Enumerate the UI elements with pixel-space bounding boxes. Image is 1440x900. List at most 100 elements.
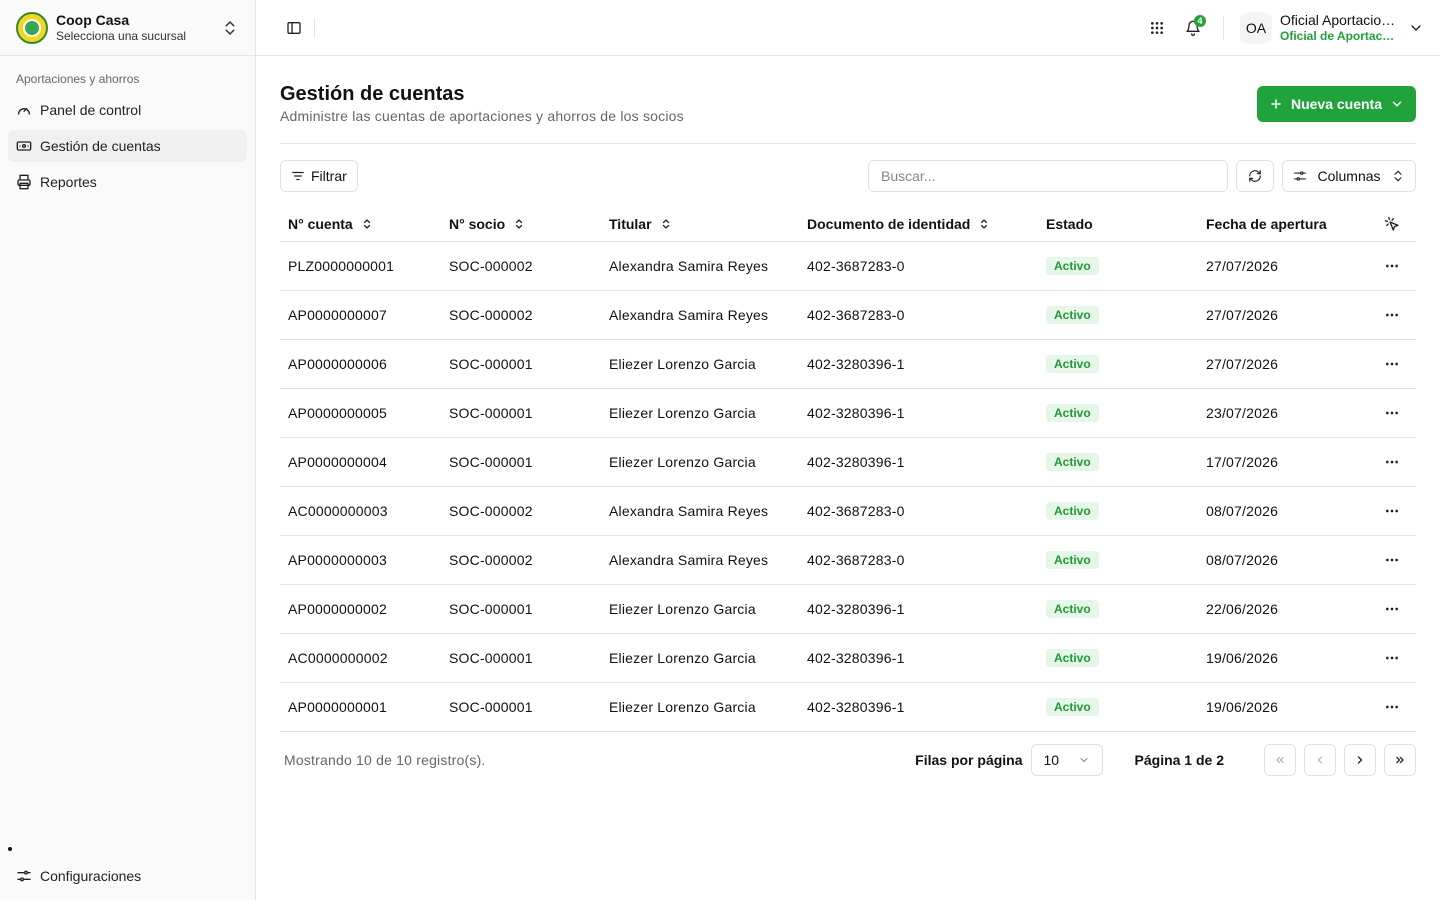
member-number-cell: SOC-000002 [449,552,533,568]
row-actions-button[interactable] [1368,699,1416,715]
more-horizontal-icon [1386,460,1398,464]
holder-cell: Eliezer Lorenzo Garcia [609,699,756,715]
status-cell: Activo [1038,404,1198,422]
holder-cell: Eliezer Lorenzo Garcia [609,650,756,666]
chevron-down-icon [1392,101,1402,107]
sidebar-item-label: Panel de control [40,102,142,118]
status-cell: Activo [1038,355,1198,373]
opening-date-cell: 08/07/2026 [1206,552,1279,568]
account-number-cell: AP0000000004 [288,454,387,470]
sidebar-item-accounts[interactable]: Gestión de cuentas [8,130,247,162]
holder-cell: Alexandra Samira Reyes [609,552,769,568]
row-actions-button[interactable] [1368,601,1416,617]
row-actions-button[interactable] [1368,307,1416,323]
member-number-cell: SOC-000002 [449,258,533,274]
opening-date-cell: 27/07/2026 [1206,307,1279,323]
sort-member-header[interactable]: N° socio [449,216,601,232]
column-settings-button[interactable] [1368,216,1416,232]
table-row[interactable]: AC0000000002 SOC-000001 Eliezer Lorenzo Ga… [280,634,1416,683]
user-menu[interactable]: Oficial Aportaciones Oficial de Aportaci… [1280,12,1396,43]
status-header: Estado [1046,215,1093,232]
rows-per-page-value: 10 [1043,752,1060,768]
holder-cell: Eliezer Lorenzo Garcia [609,454,756,470]
opening-date-cell: 08/07/2026 [1206,503,1279,519]
status-badge: Activo [1046,649,1099,667]
search-input[interactable] [868,160,1228,192]
table-row[interactable]: AP0000000005 SOC-000001 Eliezer Lorenzo Ga… [280,389,1416,438]
chevrons-left-icon [1276,757,1284,763]
member-number-cell: SOC-000001 [449,699,533,715]
document-cell: 402-3687283-0 [807,503,905,519]
status-badge: Activo [1046,404,1099,422]
document-cell: 402-3280396-1 [807,454,905,470]
grid-dots-icon [1151,21,1163,34]
more-horizontal-icon [1386,607,1398,611]
status-badge: Activo [1046,306,1099,324]
first-page-button[interactable] [1264,744,1296,776]
sidebar-item-label: Configuraciones [40,868,142,884]
next-page-button[interactable] [1344,744,1376,776]
row-actions-button[interactable] [1368,454,1416,470]
rows-per-page-select[interactable]: 10 [1030,744,1103,776]
more-horizontal-icon [1386,509,1398,513]
table-row[interactable]: AP0000000001 SOC-000001 Eliezer Lorenzo Ga… [280,683,1416,732]
previous-page-button[interactable] [1304,744,1336,776]
rows-per-page-label: Filas por página [915,752,1023,768]
opening-date-header: Fecha de apertura [1206,215,1327,232]
more-horizontal-icon [1386,264,1398,268]
new-account-button[interactable]: Nueva cuenta [1256,86,1416,122]
document-cell: 402-3280396-1 [807,405,905,421]
opening-date-cell: 19/06/2026 [1206,650,1279,666]
document-cell: 402-3687283-0 [807,307,905,323]
chevron-down-icon[interactable] [1408,20,1424,36]
table-row[interactable]: AP0000000003 SOC-000002 Alexandra Samira R… [280,536,1416,585]
table-toolbar: Filtrar Columnas [280,160,1416,192]
table-row[interactable]: AP0000000002 SOC-000001 Eliezer Lorenzo Ga… [280,585,1416,634]
notifications-button[interactable]: 4 [1179,14,1207,42]
row-actions-button[interactable] [1368,258,1416,274]
holder-cell: Alexandra Samira Reyes [609,307,769,323]
member-number-cell: SOC-000001 [449,650,533,666]
row-actions-button[interactable] [1368,405,1416,421]
row-actions-button[interactable] [1368,503,1416,519]
last-page-button[interactable] [1384,744,1416,776]
refresh-button[interactable] [1236,160,1274,192]
refresh-icon [1249,170,1261,182]
table-row[interactable]: AP0000000006 SOC-000001 Eliezer Lorenzo Ga… [280,340,1416,389]
chevron-right-icon [1357,756,1363,764]
row-actions-button[interactable] [1368,650,1416,666]
table-row[interactable]: AC0000000003 SOC-000002 Alexandra Samira R… [280,487,1416,536]
coop-logo [16,11,48,44]
toggle-sidebar-button[interactable] [280,14,308,42]
sort-document-header[interactable]: Documento de identidad [807,216,1038,232]
avatar[interactable]: OA [1240,11,1272,44]
sort-account-header[interactable]: N° cuenta [288,216,441,232]
new-account-label: Nueva cuenta [1290,96,1382,112]
apps-button[interactable] [1143,14,1171,42]
table-footer: Mostrando 10 de 10 registro(s). Filas po… [280,732,1416,788]
branch-selector[interactable]: Coop Casa Selecciona una sucursal [0,0,255,56]
columns-button[interactable]: Columnas [1282,160,1416,192]
records-count: Mostrando 10 de 10 registro(s). [284,752,486,768]
notification-count-badge: 4 [1194,14,1206,27]
sidebar-item-dashboard[interactable]: Panel de control [8,94,247,126]
sidebar-item-reports[interactable]: Reportes [8,166,247,198]
sidebar-item-settings[interactable]: Configuraciones [8,860,247,892]
brand-name: Coop Casa [56,11,130,28]
row-actions-button[interactable] [1368,552,1416,568]
holder-cell: Eliezer Lorenzo Garcia [609,356,756,372]
status-cell: Activo [1038,453,1198,471]
wallet-icon [16,141,32,151]
holder-cell: Alexandra Samira Reyes [609,503,769,519]
user-role: Oficial de Aportaciones [1280,28,1396,43]
table-row[interactable]: AP0000000004 SOC-000001 Eliezer Lorenzo Ga… [280,438,1416,487]
sort-holder-header[interactable]: Titular [609,216,799,232]
account-number-cell: AC0000000003 [288,503,388,519]
account-number-cell: AP0000000003 [288,552,387,568]
table-row[interactable]: PLZ0000000001 SOC-000002 Alexandra Samira … [280,242,1416,291]
row-actions-button[interactable] [1368,356,1416,372]
table-row[interactable]: AP0000000007 SOC-000002 Alexandra Samira R… [280,291,1416,340]
filter-button[interactable]: Filtrar [280,160,358,192]
sliders-icon [17,870,31,882]
nav-group: Aportaciones y ahorros Panel de control … [0,56,255,198]
